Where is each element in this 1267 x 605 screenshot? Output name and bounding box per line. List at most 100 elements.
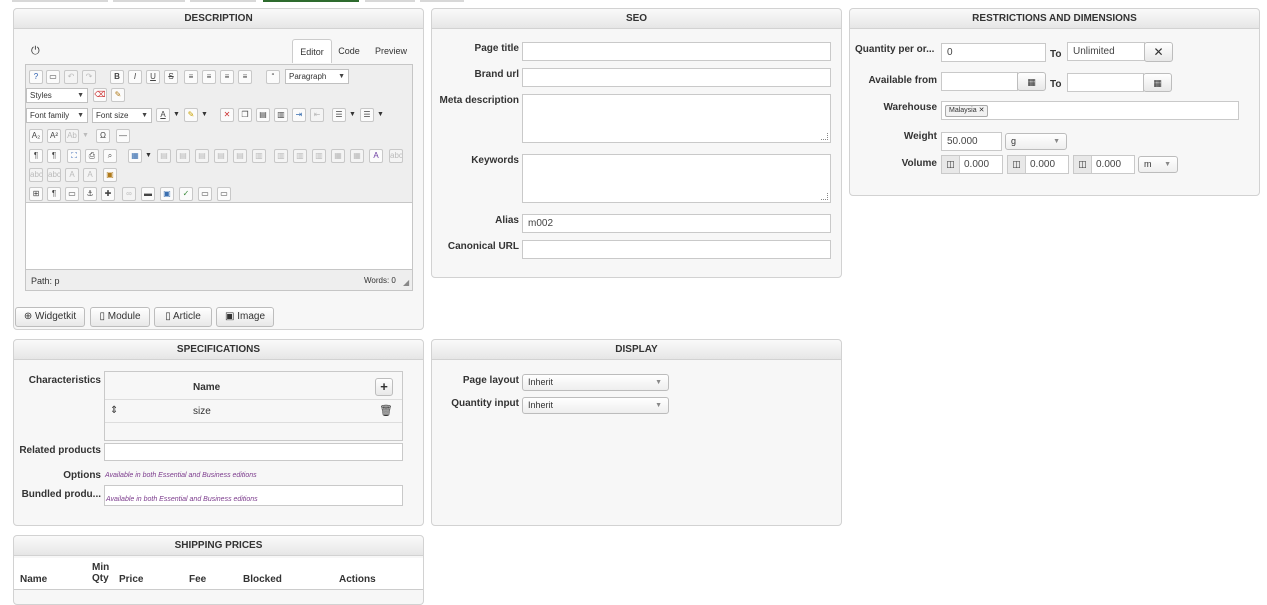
align-justify-icon[interactable]: ≡ xyxy=(238,70,252,84)
align-right-icon[interactable]: ≡ xyxy=(220,70,234,84)
cell-props-icon[interactable]: ▤ xyxy=(176,149,190,163)
nonbreaking-icon[interactable]: ▭ xyxy=(217,187,231,201)
format-select[interactable]: Paragraph ▼ xyxy=(285,69,349,84)
row-props-icon[interactable]: ▤ xyxy=(157,149,171,163)
anchor-icon[interactable]: ⚓ xyxy=(83,187,97,201)
resize-handle-icon[interactable]: ◢ xyxy=(403,278,409,287)
visual-chars-icon[interactable]: ¶ xyxy=(47,187,61,201)
superscript-icon[interactable]: A² xyxy=(47,129,61,143)
undo-icon[interactable]: ↶ xyxy=(64,70,78,84)
trash-icon[interactable]: 🗑 xyxy=(379,404,393,417)
text-color-icon[interactable]: A xyxy=(156,108,170,122)
available-from-calendar-button[interactable]: ▦ xyxy=(1017,72,1046,91)
print-icon[interactable]: ⎙ xyxy=(85,149,99,163)
visual-aid-icon[interactable]: ⊞ xyxy=(29,187,43,201)
available-to-input[interactable] xyxy=(1067,73,1144,92)
spellcheck-icon[interactable]: A xyxy=(369,149,383,163)
available-from-input[interactable] xyxy=(941,72,1018,91)
add-characteristic-button[interactable]: + xyxy=(375,378,393,396)
link-icon[interactable]: ▬ xyxy=(141,187,155,201)
horizontal-rule-icon[interactable]: — xyxy=(116,129,130,143)
chevron-down-icon[interactable]: ▼ xyxy=(173,111,180,118)
bold-icon[interactable]: B xyxy=(110,70,124,84)
drag-handle-icon[interactable]: ⇕ xyxy=(110,405,118,416)
ins-icon[interactable]: A xyxy=(83,168,97,182)
italic-icon[interactable]: I xyxy=(128,70,142,84)
subscript-icon[interactable]: A₂ xyxy=(29,129,43,143)
insert-image-icon[interactable]: ✚ xyxy=(101,187,115,201)
indent-icon[interactable]: ⇥ xyxy=(292,108,306,122)
clean-format-icon[interactable]: ✎ xyxy=(111,88,125,102)
page-title-input[interactable] xyxy=(522,42,831,61)
brand-url-input[interactable] xyxy=(522,68,831,87)
col-after-icon[interactable]: ▥ xyxy=(274,149,288,163)
chevron-down-icon[interactable]: ▼ xyxy=(377,111,384,118)
quantity-to-input[interactable]: Unlimited xyxy=(1067,42,1145,61)
chevron-down-icon[interactable]: ▼ xyxy=(349,111,356,118)
clear-quantity-button[interactable]: ✕ xyxy=(1144,42,1173,62)
paste-icon[interactable]: ▤ xyxy=(256,108,270,122)
table-icon[interactable]: ▦ xyxy=(128,149,142,163)
quantity-from-input[interactable]: 0 xyxy=(941,43,1046,62)
warehouse-chip[interactable]: Malaysia ✕ xyxy=(945,105,989,117)
styles-select[interactable]: Styles ▼ xyxy=(26,88,88,103)
cut-icon[interactable]: ✕ xyxy=(220,108,234,122)
table-props-icon[interactable]: ▦ xyxy=(350,149,364,163)
volume-unit-select[interactable]: m ▼ xyxy=(1138,156,1178,173)
quantity-input-select[interactable]: Inherit ▼ xyxy=(522,397,669,414)
layer-icon[interactable]: ▭ xyxy=(198,187,212,201)
canonical-url-input[interactable] xyxy=(522,240,831,259)
merge-cells-icon[interactable]: ▦ xyxy=(331,149,345,163)
meta-description-textarea[interactable] xyxy=(522,94,831,143)
align-center-icon[interactable]: ≡ xyxy=(202,70,216,84)
chevron-down-icon[interactable]: ▼ xyxy=(201,111,208,118)
alias-input[interactable]: m002 xyxy=(522,214,831,233)
redo-icon[interactable]: ↷ xyxy=(82,70,96,84)
image-button[interactable]: ▣ Image xyxy=(216,307,274,327)
delete-col-icon[interactable]: ▥ xyxy=(293,149,307,163)
acronym-icon[interactable]: abc xyxy=(29,168,43,182)
tab-preview[interactable]: Preview xyxy=(371,39,411,63)
del-icon[interactable]: A xyxy=(65,168,79,182)
search-replace-icon[interactable]: ⌕ xyxy=(103,149,117,163)
new-document-icon[interactable]: ▭ xyxy=(46,70,60,84)
outdent-icon[interactable]: ⇤ xyxy=(310,108,324,122)
chevron-down-icon[interactable]: ▼ xyxy=(82,132,89,139)
underline-icon[interactable]: U xyxy=(146,70,160,84)
template-icon[interactable]: ▭ xyxy=(65,187,79,201)
character-map-icon[interactable]: Ab xyxy=(65,129,79,143)
cite-icon[interactable]: abc xyxy=(47,168,61,182)
font-size-select[interactable]: Font size ▼ xyxy=(92,108,152,123)
delete-row-icon[interactable]: ▤ xyxy=(233,149,247,163)
editor-content-area[interactable] xyxy=(25,202,413,270)
special-char-icon[interactable]: Ω xyxy=(96,129,110,143)
weight-unit-select[interactable]: g ▼ xyxy=(1005,133,1067,150)
rtl-icon[interactable]: ¶ xyxy=(47,149,61,163)
row-before-icon[interactable]: ▤ xyxy=(195,149,209,163)
split-cells-icon[interactable]: ▥ xyxy=(312,149,326,163)
related-products-input[interactable] xyxy=(104,443,403,461)
col-before-icon[interactable]: ▥ xyxy=(252,149,266,163)
remove-icon[interactable]: ✕ xyxy=(979,107,985,114)
module-button[interactable]: ▯ Module xyxy=(90,307,150,327)
tab-editor[interactable]: Editor xyxy=(292,39,332,63)
help-icon[interactable]: ? xyxy=(29,70,43,84)
paste-text-icon[interactable]: ▥ xyxy=(274,108,288,122)
tab-code[interactable]: Code xyxy=(334,39,364,63)
ltr-icon[interactable]: ¶ xyxy=(29,149,43,163)
row-after-icon[interactable]: ▤ xyxy=(214,149,228,163)
attribs-icon[interactable]: ▣ xyxy=(103,168,117,182)
blockquote-icon[interactable]: “ xyxy=(266,70,280,84)
strikethrough-icon[interactable]: S xyxy=(164,70,178,84)
font-family-select[interactable]: Font family ▼ xyxy=(26,108,88,123)
page-layout-select[interactable]: Inherit ▼ xyxy=(522,374,669,391)
power-icon[interactable]: ⏻ xyxy=(31,46,40,57)
fullscreen-icon[interactable]: ⛶ xyxy=(67,149,81,163)
weight-input[interactable]: 50.000 xyxy=(941,132,1002,151)
available-to-calendar-button[interactable]: ▦ xyxy=(1143,73,1172,92)
chevron-down-icon[interactable]: ▼ xyxy=(145,152,152,159)
align-left-icon[interactable]: ≡ xyxy=(184,70,198,84)
keywords-textarea[interactable] xyxy=(522,154,831,203)
code-sample-icon[interactable]: ✓ xyxy=(179,187,193,201)
widgetkit-button[interactable]: ⊕ Widgetkit xyxy=(15,307,85,327)
